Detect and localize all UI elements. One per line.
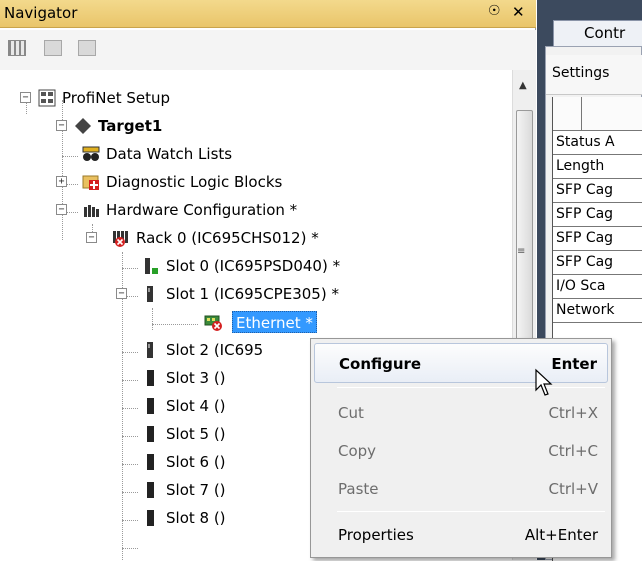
ethernet-error-icon: [204, 315, 222, 331]
close-icon[interactable]: ✕: [512, 3, 525, 21]
tree-node-slot-2[interactable]: Slot 2 (IC695: [0, 336, 310, 364]
tree-node-slot-4[interactable]: Slot 4 (): [0, 392, 310, 420]
tree-label: Target1: [98, 117, 163, 135]
menu-item-copy[interactable]: Copy Ctrl+C: [314, 431, 608, 471]
collapse-icon[interactable]: −: [20, 92, 31, 103]
context-menu: Configure Enter Cut Ctrl+X Copy Ctrl+C P…: [310, 338, 612, 558]
table-row[interactable]: Network: [553, 299, 642, 323]
navigator-toolbar: [0, 30, 536, 70]
toolbar-icon-3[interactable]: [78, 40, 96, 56]
tree-label: Rack 0 (IC695CHS012) *: [136, 229, 319, 247]
navigator-title: Navigator: [4, 4, 78, 22]
tab-controller[interactable]: Contr: [553, 20, 642, 46]
table-row[interactable]: Length: [553, 155, 642, 179]
menu-item-label: Cut: [338, 404, 364, 422]
menu-separator: [337, 387, 605, 388]
table-row[interactable]: SFP Cag: [553, 227, 642, 251]
tab-settings[interactable]: Settings: [546, 55, 642, 95]
grid-header-separator: [581, 97, 582, 131]
target-icon: [75, 118, 91, 134]
menu-item-label: Copy: [338, 442, 377, 460]
grid-header: [553, 97, 642, 131]
menu-item-cut[interactable]: Cut Ctrl+X: [314, 393, 608, 433]
expand-icon[interactable]: +: [56, 176, 67, 187]
menu-item-label: Paste: [338, 480, 379, 498]
tree-label: Slot 1 (IC695CPE305) *: [166, 285, 339, 303]
tree-label: Slot 7 (): [166, 481, 226, 499]
tree-node-profinet-setup[interactable]: − ProfiNet Setup: [0, 84, 300, 112]
tree-node-slot-1[interactable]: − Slot 1 (IC695CPE305) *: [0, 280, 360, 308]
tree-label: Slot 5 (): [166, 425, 226, 443]
menu-item-label: Configure: [339, 355, 422, 373]
power-supply-icon: [145, 258, 158, 274]
tree-label: Slot 0 (IC695PSD040) *: [166, 257, 341, 275]
collapse-icon[interactable]: −: [56, 120, 67, 131]
tree-node-hardware-configuration[interactable]: − Hardware Configuration *: [0, 196, 360, 224]
menu-item-shortcut: Alt+Enter: [524, 526, 598, 544]
menu-separator: [337, 511, 605, 512]
menu-item-shortcut: Ctrl+X: [548, 404, 598, 422]
tree-node-ethernet[interactable]: Ethernet *: [0, 308, 360, 336]
scroll-grip-icon: ≡: [517, 246, 526, 257]
tree-label: Slot 6 (): [166, 453, 226, 471]
menu-item-properties[interactable]: Properties Alt+Enter: [314, 515, 608, 555]
tree-label-selected: Ethernet *: [232, 311, 317, 333]
mouse-cursor-icon: [535, 368, 553, 396]
tree-node-target1[interactable]: − Target1: [0, 112, 300, 140]
module-icon: [147, 342, 153, 358]
collapse-icon[interactable]: −: [116, 288, 127, 299]
tab-label: Contr: [584, 24, 626, 42]
tree-label: Slot 4 (): [166, 397, 226, 415]
grid-view-icon[interactable]: [8, 40, 26, 56]
tree-label: Data Watch Lists: [106, 145, 233, 163]
menu-item-shortcut: Ctrl+V: [548, 480, 598, 498]
tree-label: Diagnostic Logic Blocks: [106, 173, 283, 191]
empty-slot-icon: [147, 370, 154, 386]
tree-node-slot-8[interactable]: Slot 8 (): [0, 504, 310, 532]
menu-item-shortcut: Ctrl+C: [548, 442, 598, 460]
empty-slot-icon: [147, 398, 154, 414]
diagnostic-folder-icon: [82, 175, 99, 190]
menu-item-paste[interactable]: Paste Ctrl+V: [314, 469, 608, 509]
tree-label: Slot 2 (IC695: [166, 341, 264, 359]
table-row[interactable]: SFP Cag: [553, 179, 642, 203]
tree-label: Hardware Configuration *: [106, 201, 298, 219]
table-row[interactable]: Status A: [553, 131, 642, 155]
tab-settings-label: Settings: [552, 65, 610, 81]
empty-slot-icon: [147, 510, 154, 526]
empty-slot-icon: [147, 454, 154, 470]
tree-node-data-watch-lists[interactable]: Data Watch Lists: [0, 140, 320, 168]
tree-node-rack-0[interactable]: − Rack 0 (IC695CHS012) *: [0, 224, 360, 252]
empty-slot-icon: [147, 426, 154, 442]
cpu-module-icon: [147, 286, 153, 302]
scroll-up-arrow-icon[interactable]: ▲: [519, 80, 527, 91]
tree-label: Slot 3 (): [166, 369, 226, 387]
hardware-config-icon: [84, 205, 99, 217]
table-row[interactable]: SFP Cag: [553, 251, 642, 275]
rack-error-icon: [113, 231, 128, 247]
menu-item-label: Properties: [338, 526, 414, 544]
collapse-icon[interactable]: −: [56, 204, 67, 215]
menu-item-configure[interactable]: Configure Enter: [314, 343, 608, 383]
tree-label: Slot 8 (): [166, 509, 226, 527]
tree-node-slot-3[interactable]: Slot 3 (): [0, 364, 310, 392]
table-row[interactable]: SFP Cag: [553, 203, 642, 227]
tree-node-slot-0[interactable]: Slot 0 (IC695PSD040) *: [0, 252, 360, 280]
tree-node-slot-5[interactable]: Slot 5 (): [0, 420, 310, 448]
tree-guide: [122, 548, 138, 549]
tree-node-slot-6[interactable]: Slot 6 (): [0, 448, 310, 476]
tree-node-diagnostic-logic-blocks[interactable]: + Diagnostic Logic Blocks: [0, 168, 360, 196]
binoculars-icon: [82, 146, 100, 161]
navigator-title-bar: Navigator ☉ ✕: [0, 0, 536, 28]
tree-node-slot-7[interactable]: Slot 7 (): [0, 476, 310, 504]
menu-item-shortcut: Enter: [551, 355, 597, 373]
pin-icon[interactable]: ☉: [488, 3, 501, 19]
network-config-icon: [38, 89, 56, 107]
table-row[interactable]: I/O Sca: [553, 275, 642, 299]
tree-label: ProfiNet Setup: [62, 89, 171, 107]
empty-slot-icon: [147, 482, 154, 498]
collapse-icon[interactable]: −: [86, 232, 97, 243]
toolbar-icon-2[interactable]: [44, 40, 62, 56]
